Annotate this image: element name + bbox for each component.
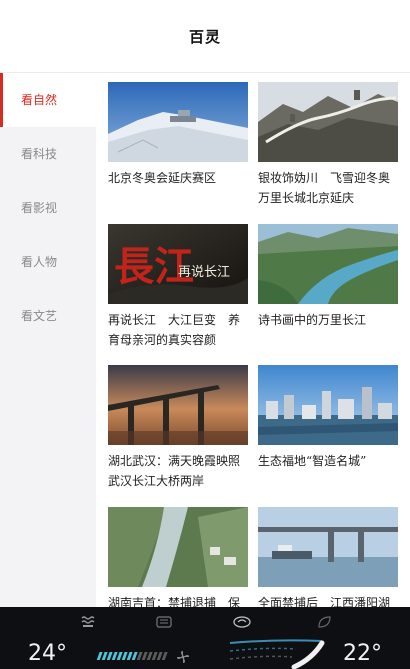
sidebar-item-arts[interactable]: 看文艺 [0, 289, 96, 343]
rear-defrost-icon[interactable] [154, 615, 174, 629]
card-caption: 诗书画中的万里长江 [258, 313, 367, 327]
content-card[interactable]: 湖南吉首：禁捕退捕 保 [108, 507, 248, 607]
card-caption: 生态福地“智造名城” [258, 454, 367, 468]
card-caption: 再说长江 大江巨变 养育母亲河的真实容颜 [108, 313, 241, 347]
thumbnail-image [258, 365, 398, 445]
leaf-icon[interactable] [314, 615, 334, 629]
sidebar-item-label: 看科技 [21, 147, 58, 161]
sidebar-item-label: 看影视 [21, 201, 58, 215]
thumbnail-image [258, 82, 398, 162]
fan-icon [177, 651, 189, 663]
category-sidebar: 看自然 看科技 看影视 看人物 看文艺 [0, 73, 96, 607]
right-temperature[interactable]: 22° [343, 641, 382, 666]
card-caption: 北京冬奥会延庆赛区 [108, 171, 217, 185]
content-card[interactable]: 長江 再说长江 再说长江 大江巨变 养育母亲河的真实容颜 [108, 224, 248, 350]
thumbnail-image [258, 224, 398, 304]
content-card[interactable]: 全面禁捕后 江西潘阳湖 [258, 507, 398, 607]
content-grid: 北京冬奥会延庆赛区 银妆饰妫川 飞雪迎冬奥 万里长城北京延庆 長江 再说长江 再… [96, 73, 410, 607]
thumbnail-image [108, 507, 248, 587]
content-card[interactable]: 诗书画中的万里长江 [258, 224, 398, 330]
seat-heat-icon[interactable] [78, 615, 98, 629]
content-card[interactable]: 北京冬奥会延庆赛区 [108, 82, 248, 188]
left-temperature[interactable]: 24° [28, 641, 67, 666]
sidebar-item-label: 看人物 [21, 255, 58, 269]
content-card[interactable]: 银妆饰妫川 飞雪迎冬奥 万里长城北京延庆 [258, 82, 398, 208]
content-card[interactable]: 生态福地“智造名城” [258, 365, 398, 471]
sidebar-item-film[interactable]: 看影视 [0, 181, 96, 235]
sidebar-item-label: 看文艺 [21, 309, 58, 323]
temperature-gauge[interactable] [226, 637, 334, 669]
thumbnail-image [108, 365, 248, 445]
card-caption: 全面禁捕后 江西潘阳湖 [258, 596, 391, 607]
sidebar-item-nature[interactable]: 看自然 [0, 73, 96, 127]
card-caption: 湖南吉首：禁捕退捕 保 [108, 596, 241, 607]
content-card[interactable]: 湖北武汉：满天晚霞映照武汉长江大桥两岸 [108, 365, 248, 491]
thumbnail-image: 長江 再说长江 [108, 224, 248, 304]
thumbnail-image [108, 82, 248, 162]
fan-mode-icon[interactable] [232, 615, 252, 629]
climate-control-bar: 24° 22° [0, 607, 410, 669]
subtitle-art-text: 再说长江 [178, 265, 230, 280]
app-header: 百灵 [0, 0, 410, 73]
thumbnail-image [258, 507, 398, 587]
sidebar-item-label: 看自然 [21, 93, 58, 107]
sidebar-item-people[interactable]: 看人物 [0, 235, 96, 289]
page-title: 百灵 [188, 27, 221, 46]
fan-speed-bar[interactable] [94, 651, 170, 661]
card-caption: 银妆饰妫川 飞雪迎冬奥 万里长城北京延庆 [258, 171, 391, 205]
sidebar-item-tech[interactable]: 看科技 [0, 127, 96, 181]
card-caption: 湖北武汉：满天晚霞映照武汉长江大桥两岸 [108, 454, 241, 488]
